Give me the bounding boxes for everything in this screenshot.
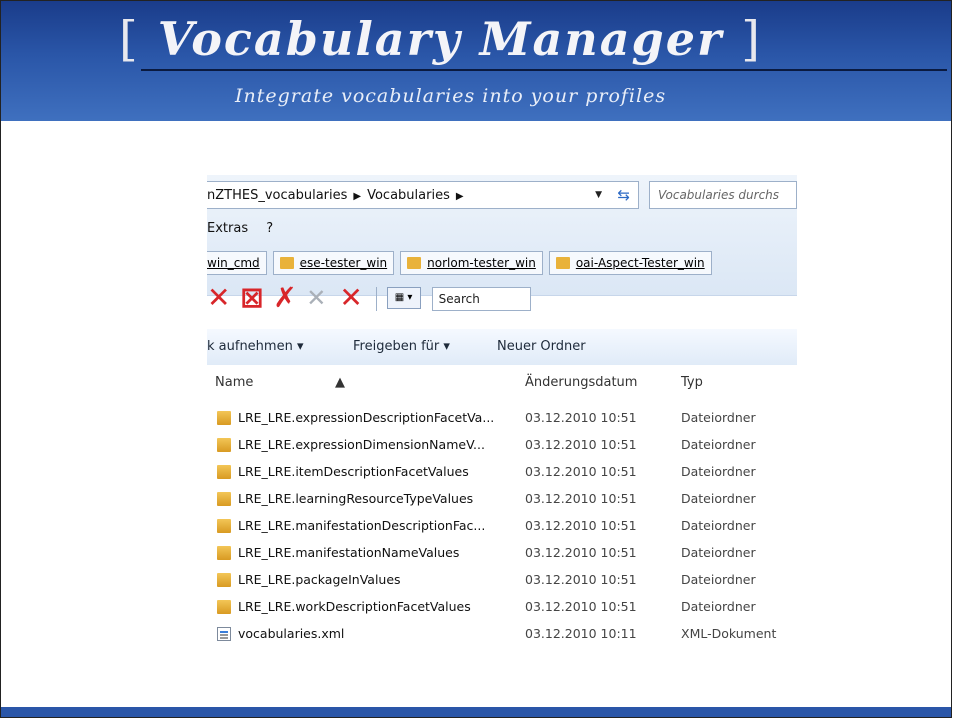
favorite-item[interactable]: ese-tester_win (272, 251, 395, 275)
column-headers: ▲ Name Änderungsdatum Typ (207, 365, 797, 399)
new-folder-button[interactable]: Neuer Ordner (497, 339, 586, 354)
file-name: LRE_LRE.packageInValues (238, 572, 401, 587)
file-date: 03.12.2010 10:51 (525, 464, 637, 479)
file-name: LRE_LRE.itemDescriptionFacetValues (238, 464, 469, 479)
title-open-bracket: [ (119, 11, 140, 67)
address-bar[interactable]: nZTHES_vocabularies ▶ Vocabularies ▶ ▼ ⇆ (207, 181, 639, 209)
explorer-screenshot: nZTHES_vocabularies ▶ Vocabularies ▶ ▼ ⇆ Vo… (207, 175, 797, 669)
menu-item-help[interactable]: ? (266, 221, 273, 236)
toolbar-separator (376, 287, 378, 311)
file-date: 03.12.2010 10:51 (525, 599, 637, 614)
column-header-name[interactable]: Name (215, 375, 253, 390)
file-name: vocabularies.xml (238, 626, 345, 641)
chevron-down-icon[interactable]: ▼ (595, 190, 602, 200)
folder-icon (217, 519, 231, 533)
file-row[interactable]: vocabularies.xml 03.12.2010 10:11 XML-Doku… (207, 623, 797, 650)
file-type: Dateiordner (681, 491, 756, 506)
file-row[interactable]: LRE_LRE.expressionDescriptionFacetVa... 0… (207, 407, 797, 434)
file-name: LRE_LRE.expressionDimensionNameV... (238, 437, 485, 452)
file-type: Dateiordner (681, 599, 756, 614)
breadcrumb-item[interactable]: nZTHES_vocabularies (207, 188, 347, 203)
toolbar-search-button[interactable]: Search (431, 287, 531, 311)
command-bar: k aufnehmen ▾ Freigeben für ▾ Neuer Ordn… (207, 329, 797, 366)
slide-subtitle: Integrate vocabularies into your profile… (235, 85, 667, 107)
folder-icon (217, 465, 231, 479)
title-text: Vocabulary Manager (157, 12, 724, 66)
folder-icon (279, 257, 294, 269)
slide-title: [ Vocabulary Manager ] (119, 11, 762, 67)
favorite-item[interactable]: oai-Aspect-Tester_win (548, 251, 712, 275)
chevron-right-icon[interactable]: ▶ (456, 191, 464, 202)
file-name: LRE_LRE.manifestationDescriptionFac... (238, 518, 486, 533)
file-date: 03.12.2010 10:51 (525, 410, 637, 425)
refresh-icon[interactable]: ⇆ (617, 186, 630, 204)
favorite-item[interactable]: win_cmd (207, 251, 267, 275)
folder-icon (217, 492, 231, 506)
file-row[interactable]: LRE_LRE.workDescriptionFacetValues 03.12.… (207, 596, 797, 623)
folder-icon (407, 257, 422, 269)
share-button[interactable]: Freigeben für ▾ (353, 339, 450, 354)
file-row[interactable]: LRE_LRE.expressionDimensionNameV... 03.12… (207, 434, 797, 461)
file-date: 03.12.2010 10:11 (525, 626, 637, 641)
views-icon[interactable]: ▦ ▾ (386, 287, 421, 309)
file-name: LRE_LRE.manifestationNameValues (238, 545, 460, 560)
favorites-bar: win_cmd ese-tester_win norlom-tester_win oa… (207, 251, 718, 277)
slide-banner: [ Vocabulary Manager ] Integrate vocabul… (1, 1, 951, 121)
file-row[interactable]: LRE_LRE.packageInValues 03.12.2010 10:51 D… (207, 569, 797, 596)
breadcrumb: nZTHES_vocabularies ▶ Vocabularies ▶ (207, 188, 470, 203)
file-row[interactable]: LRE_LRE.itemDescriptionFacetValues 03.12.… (207, 461, 797, 488)
file-date: 03.12.2010 10:51 (525, 518, 637, 533)
breadcrumb-item[interactable]: Vocabularies (367, 188, 450, 203)
favorite-label: win_cmd (207, 256, 260, 270)
disabled-delete-icon[interactable]: ✕ (306, 286, 332, 311)
title-close-bracket: ] (741, 11, 762, 67)
favorite-label: norlom-tester_win (427, 256, 536, 270)
menu-item-extras[interactable]: Extras (207, 221, 248, 236)
delete-box-icon[interactable]: ⊠ (240, 284, 266, 312)
file-date: 03.12.2010 10:51 (525, 437, 637, 452)
column-header-type[interactable]: Typ (681, 375, 703, 390)
file-type: Dateiordner (681, 545, 756, 560)
file-type: Dateiordner (681, 572, 756, 587)
tool-row: ✕ ⊠ ✗ ✕ ✕ ▦ ▾ Search (207, 284, 531, 317)
file-type: XML-Dokument (681, 626, 777, 641)
xml-file-icon (217, 627, 231, 641)
favorite-label: oai-Aspect-Tester_win (575, 256, 705, 270)
file-name: LRE_LRE.workDescriptionFacetValues (238, 599, 471, 614)
file-type: Dateiordner (681, 410, 756, 425)
folder-icon (217, 600, 231, 614)
file-type: Dateiordner (681, 464, 756, 479)
explorer-toolbar-area: nZTHES_vocabularies ▶ Vocabularies ▶ ▼ ⇆ Vo… (207, 175, 797, 312)
folder-icon (217, 573, 231, 587)
delete-all-icon[interactable]: ✗ (273, 284, 299, 312)
file-date: 03.12.2010 10:51 (525, 545, 637, 560)
delete-run-icon[interactable]: ✕ (339, 284, 365, 312)
folder-icon (217, 546, 231, 560)
file-list: LRE_LRE.expressionDescriptionFacetVa... 0… (207, 407, 797, 650)
file-type: Dateiordner (681, 437, 756, 452)
delete-icon[interactable]: ✕ (207, 284, 233, 312)
file-row[interactable]: LRE_LRE.manifestationDescriptionFac... 03… (207, 515, 797, 542)
file-date: 03.12.2010 10:51 (525, 491, 637, 506)
folder-icon (217, 411, 231, 425)
slide: [ Vocabulary Manager ] Integrate vocabul… (0, 0, 952, 718)
folder-icon (217, 438, 231, 452)
add-to-library-button[interactable]: k aufnehmen ▾ (207, 339, 303, 354)
file-type: Dateiordner (681, 518, 756, 533)
file-name: LRE_LRE.learningResourceTypeValues (238, 491, 474, 506)
file-row[interactable]: LRE_LRE.learningResourceTypeValues 03.12.… (207, 488, 797, 515)
footer-bar (1, 707, 951, 717)
title-underline (141, 69, 947, 71)
column-header-date[interactable]: Änderungsdatum (525, 375, 637, 390)
chevron-right-icon: ▶ (353, 191, 362, 202)
sort-up-icon: ▲ (335, 375, 345, 390)
file-row[interactable]: LRE_LRE.manifestationNameValues 03.12.201… (207, 542, 797, 569)
menu-bar: Extras ? (207, 221, 287, 236)
folder-icon (555, 257, 570, 269)
favorite-item[interactable]: norlom-tester_win (400, 251, 543, 275)
favorite-label: ese-tester_win (299, 256, 388, 270)
file-date: 03.12.2010 10:51 (525, 572, 637, 587)
search-input[interactable]: Vocabularies durchs (649, 181, 797, 209)
file-name: LRE_LRE.expressionDescriptionFacetVa... (238, 410, 495, 425)
